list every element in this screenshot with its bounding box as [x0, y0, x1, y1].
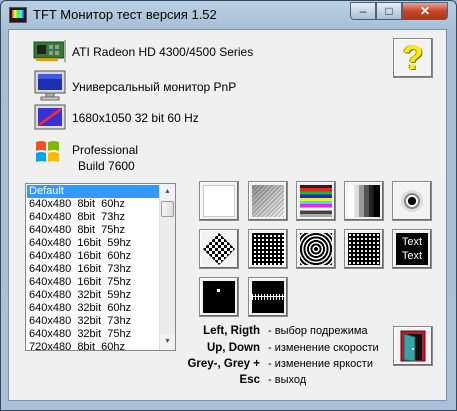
mode-list-item[interactable]: 640x480 8bit 60hz — [27, 198, 160, 211]
scroll-thumb[interactable] — [161, 201, 174, 217]
mode-list-item[interactable]: 640x480 16bit 73hz — [27, 263, 160, 276]
hotkey-key: Grey-, Grey + — [187, 358, 260, 370]
text-test-line2: Text — [401, 250, 423, 262]
test-circle-button[interactable] — [392, 181, 432, 221]
display-settings-icon — [34, 104, 66, 130]
windows-logo-icon — [36, 141, 59, 162]
mode-list-item[interactable]: 640x480 8bit 75hz — [27, 224, 160, 237]
hotkey-desc: - изменение яркости — [268, 358, 373, 370]
text-test-line1: Text — [401, 236, 423, 248]
scroll-up-icon[interactable]: ▲ — [160, 184, 175, 200]
test-checker-diagonal-button[interactable] — [199, 229, 239, 269]
test-scale-button[interactable] — [248, 277, 288, 317]
exit-door-icon — [400, 330, 426, 362]
mode-list-item[interactable]: 640x480 16bit 60hz — [27, 250, 160, 263]
hotkey-key: Up, Down — [206, 342, 260, 354]
hotkey-desc: - изменение скорости — [268, 342, 379, 354]
test-text-button[interactable]: Text Text — [392, 229, 432, 269]
test-rings-button[interactable] — [296, 229, 336, 269]
mode-list-item[interactable]: Default — [27, 185, 160, 198]
hotkey-desc: - выход — [268, 374, 307, 386]
help-button[interactable]: ? — [393, 38, 433, 78]
gpu-name: ATI Radeon HD 4300/4500 Series — [72, 45, 254, 59]
monitor-icon — [34, 70, 66, 101]
test-grid-button[interactable] — [248, 229, 288, 269]
hotkey-desc: - выбор подрежима — [268, 325, 368, 337]
mode-list-item[interactable]: 640x480 16bit 59hz — [27, 237, 160, 250]
test-gradient-button[interactable] — [248, 181, 288, 221]
os-build: Build 7600 — [78, 159, 135, 173]
mode-list-item[interactable]: 640x480 16bit 75hz — [27, 276, 160, 289]
test-dots-button[interactable] — [344, 229, 384, 269]
mode-list-item[interactable]: 640x480 8bit 73hz — [27, 211, 160, 224]
hotkey-legend: Left, Rigth - выбор подрежима Up, Down -… — [110, 325, 390, 389]
graphics-card-icon — [33, 40, 66, 62]
test-colorbars-button[interactable] — [296, 181, 336, 221]
hotkey-key: Left, Rigth — [203, 325, 260, 337]
exit-button[interactable] — [393, 326, 433, 366]
display-mode: 1680x1050 32 bit 60 Hz — [72, 111, 199, 125]
test-black-pixel-button[interactable] — [199, 277, 239, 317]
monitor-name: Универсальный монитор PnP — [72, 80, 237, 94]
test-white-button[interactable] — [199, 181, 239, 221]
hotkey-key: Esc — [239, 374, 260, 386]
mode-list-item[interactable]: 640x480 32bit 59hz — [27, 289, 160, 302]
mode-list-item[interactable]: 640x480 32bit 60hz — [27, 302, 160, 315]
test-grayscale-button[interactable] — [344, 181, 384, 221]
os-edition: Professional — [72, 143, 139, 157]
